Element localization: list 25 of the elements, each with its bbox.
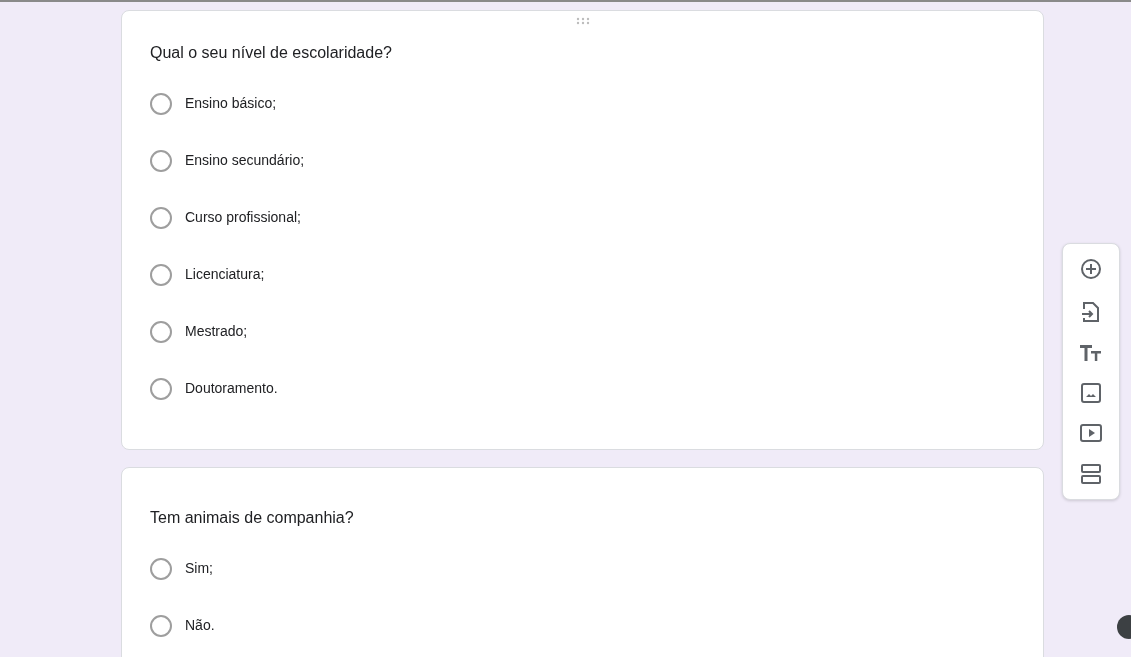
option-label: Ensino secundário; <box>185 151 305 170</box>
option-label: Doutoramento. <box>185 379 278 398</box>
title-icon[interactable] <box>1080 344 1102 362</box>
radio-button[interactable] <box>150 320 172 343</box>
option-label: Mestrado; <box>185 322 248 341</box>
radio-button[interactable] <box>150 377 172 400</box>
add-icon[interactable] <box>1080 258 1102 280</box>
radio-button[interactable] <box>150 92 172 115</box>
question-title: Tem animais de companhia? <box>150 508 355 528</box>
option-label: Ensino básico; <box>185 94 277 113</box>
radio-button[interactable] <box>150 206 172 229</box>
option-label: Sim; <box>185 559 213 578</box>
radio-button[interactable] <box>150 263 172 286</box>
radio-button[interactable] <box>150 149 172 172</box>
option-label: Licenciatura; <box>185 265 265 284</box>
radio-button[interactable] <box>150 557 172 580</box>
question-title: Qual o seu nível de escolaridade? <box>150 43 393 63</box>
section-icon[interactable] <box>1080 463 1102 485</box>
option-label: Não. <box>185 616 215 635</box>
drag-handle-icon[interactable] <box>575 17 590 25</box>
option-label: Curso profissional; <box>185 208 301 227</box>
radio-button[interactable] <box>150 614 172 637</box>
video-icon[interactable] <box>1080 424 1102 442</box>
image-icon[interactable] <box>1081 383 1101 403</box>
import-icon[interactable] <box>1081 301 1101 323</box>
